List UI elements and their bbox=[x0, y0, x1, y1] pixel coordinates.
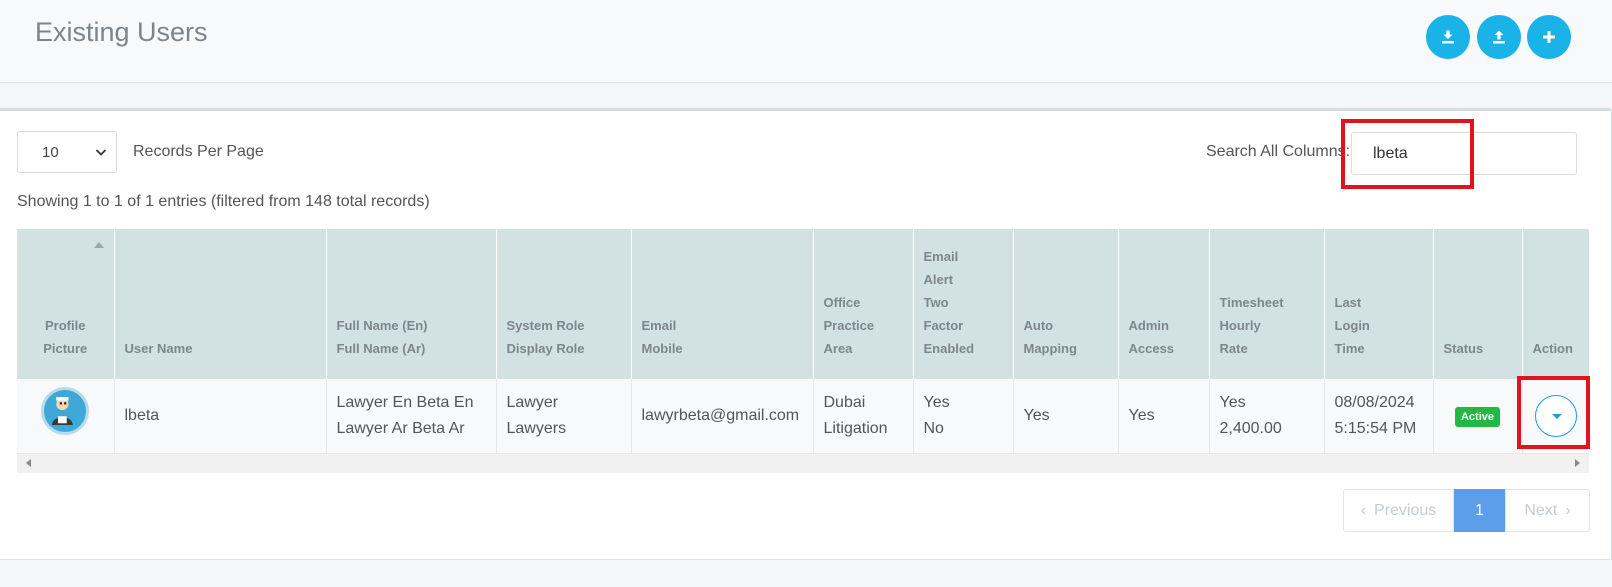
role-cell: Lawyer Lawyers bbox=[496, 379, 632, 454]
page-title: Existing Users bbox=[35, 17, 208, 47]
download-icon bbox=[1442, 30, 1454, 44]
pagination: ‹ Previous 1 Next › bbox=[1343, 489, 1590, 532]
timesheet-cell: Yes 2,400.00 bbox=[1209, 379, 1325, 454]
add-user-button[interactable] bbox=[1527, 15, 1571, 59]
column-header[interactable]: Last Login Time bbox=[1324, 229, 1434, 379]
users-table-wrapper: Profile Picture User Name Full Name (En)… bbox=[17, 229, 1589, 473]
column-header[interactable]: Full Name (En) Full Name (Ar) bbox=[326, 229, 497, 379]
entries-info: Showing 1 to 1 of 1 entries (filtered fr… bbox=[17, 193, 430, 210]
page-1-button[interactable]: 1 bbox=[1454, 489, 1505, 532]
email-alert-cell: Yes No bbox=[913, 379, 1014, 454]
column-header[interactable]: Office Practice Area bbox=[813, 229, 914, 379]
column-header[interactable]: Email Alert Two Factor Enabled bbox=[913, 229, 1014, 379]
users-table: Profile Picture User Name Full Name (En)… bbox=[17, 229, 1589, 454]
column-header[interactable]: Email Mobile bbox=[631, 229, 814, 379]
page-header: Existing Users bbox=[0, 0, 1612, 83]
previous-page-button[interactable]: ‹ Previous bbox=[1343, 489, 1454, 532]
per-page-value: 10 bbox=[42, 143, 59, 161]
column-header[interactable]: Profile Picture bbox=[17, 229, 115, 379]
sort-asc-icon bbox=[93, 242, 104, 248]
caret-down-icon bbox=[1551, 413, 1562, 419]
scroll-left-icon[interactable] bbox=[26, 459, 31, 467]
upload-button[interactable] bbox=[1477, 15, 1521, 59]
full-name-cell: Lawyer En Beta En Lawyer Ar Beta Ar bbox=[326, 379, 497, 454]
column-header[interactable]: Status bbox=[1433, 229, 1523, 379]
plus-icon bbox=[1543, 31, 1555, 43]
last-login-cell: 08/08/2024 5:15:54 PM bbox=[1324, 379, 1434, 454]
column-header[interactable]: Timesheet Hourly Rate bbox=[1209, 229, 1325, 379]
column-header[interactable]: Auto Mapping bbox=[1013, 229, 1119, 379]
search-label: Search All Columns: bbox=[1206, 143, 1351, 160]
table-header-row: Profile Picture User Name Full Name (En)… bbox=[17, 229, 1589, 379]
column-header[interactable]: Action bbox=[1522, 229, 1589, 379]
admin-access-cell: Yes bbox=[1118, 379, 1210, 454]
chevron-down-icon bbox=[95, 149, 107, 156]
status-badge: Active bbox=[1454, 406, 1501, 427]
status-cell: Active bbox=[1433, 379, 1523, 454]
search-input[interactable]: lbeta bbox=[1351, 132, 1577, 175]
upload-icon bbox=[1493, 30, 1505, 44]
next-page-button[interactable]: Next › bbox=[1505, 489, 1590, 532]
table-row: lbeta Lawyer En Beta En Lawyer Ar Beta A… bbox=[17, 379, 1589, 454]
action-dropdown-button[interactable] bbox=[1534, 394, 1577, 437]
auto-mapping-cell: Yes bbox=[1013, 379, 1119, 454]
profile-picture-cell bbox=[17, 379, 115, 454]
avatar-icon[interactable] bbox=[41, 387, 90, 436]
users-card: 10 Records Per Page Search All Columns: … bbox=[0, 108, 1612, 560]
user-name-cell: lbeta bbox=[114, 379, 327, 454]
office-cell: Dubai Litigation bbox=[813, 379, 914, 454]
records-per-page-label: Records Per Page bbox=[133, 143, 264, 160]
email-cell: lawyrbeta@gmail.com bbox=[631, 379, 814, 454]
chevron-right-icon: › bbox=[1565, 501, 1571, 519]
scroll-right-icon[interactable] bbox=[1575, 459, 1580, 467]
horizontal-scrollbar[interactable] bbox=[17, 454, 1589, 473]
action-cell bbox=[1522, 379, 1589, 454]
download-button[interactable] bbox=[1426, 15, 1470, 59]
chevron-left-icon: ‹ bbox=[1360, 501, 1367, 519]
column-header[interactable]: User Name bbox=[114, 229, 327, 379]
records-per-page-select[interactable]: 10 bbox=[17, 131, 117, 173]
column-header[interactable]: Admin Access bbox=[1118, 229, 1210, 379]
column-header[interactable]: System Role Display Role bbox=[496, 229, 632, 379]
